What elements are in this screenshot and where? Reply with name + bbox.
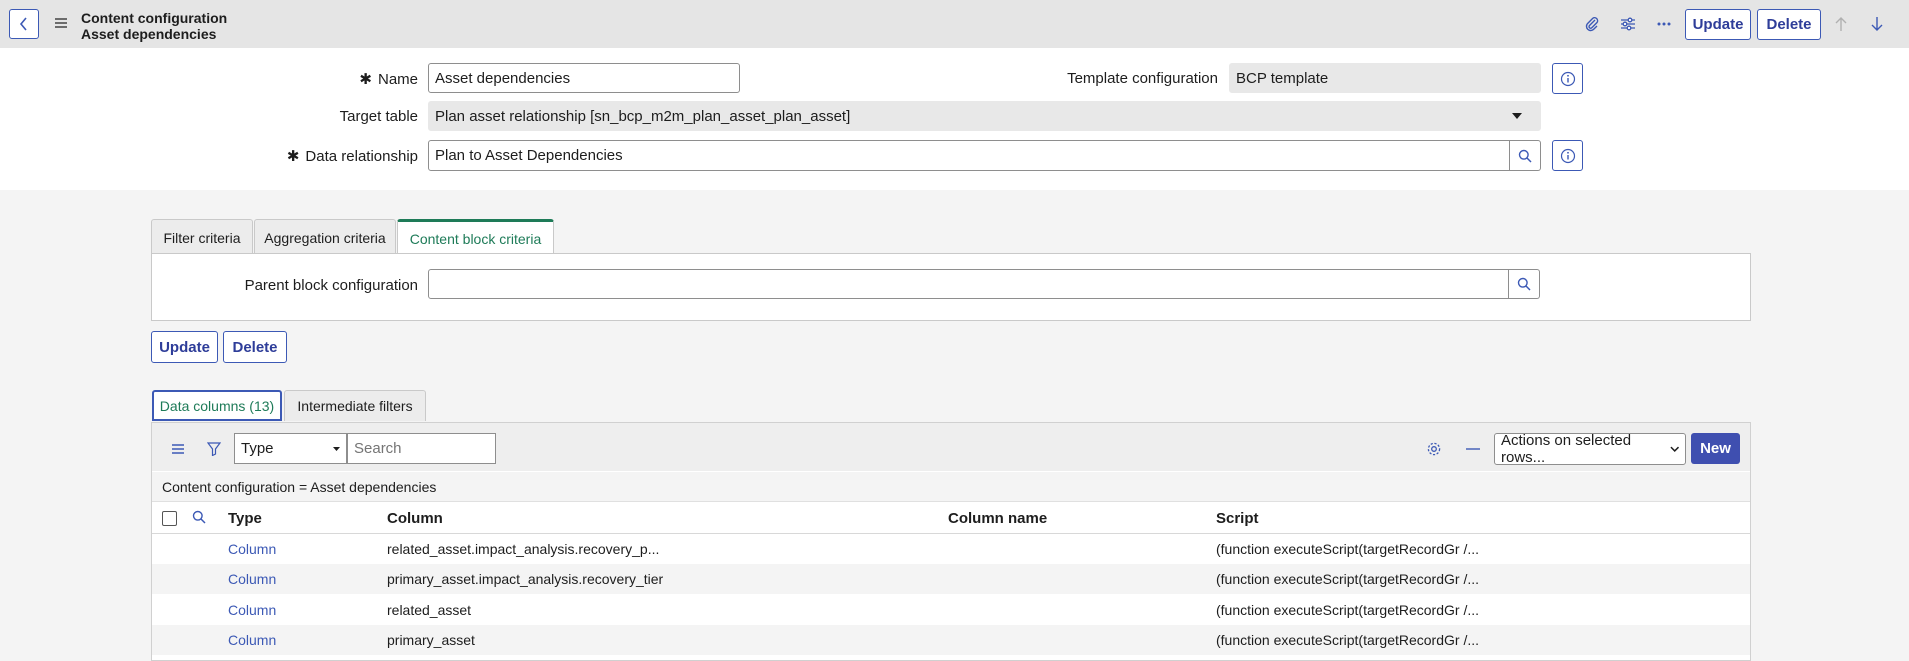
- list-settings-button[interactable]: [1424, 439, 1444, 459]
- hamburger-icon: [172, 444, 184, 454]
- info-icon: [1560, 71, 1575, 86]
- table-row[interactable]: Column primary_asset (function executeSc…: [152, 625, 1750, 655]
- template-configuration-field: BCP template: [1229, 63, 1541, 93]
- data-relationship-label: ✱ Data relationship: [286, 148, 418, 165]
- column-header-column[interactable]: Column: [387, 510, 443, 527]
- name-label: ✱ Name: [359, 71, 418, 88]
- parent-block-configuration-input[interactable]: [428, 269, 1509, 299]
- minus-icon: [1466, 448, 1480, 450]
- row-type-link[interactable]: Column: [228, 541, 276, 557]
- search-icon: [192, 510, 206, 524]
- parent-block-lookup-button[interactable]: [1509, 269, 1540, 299]
- data-relationship-lookup-button[interactable]: [1510, 140, 1541, 171]
- paperclip-icon: [1585, 17, 1599, 32]
- hamburger-icon: [55, 18, 67, 28]
- table-row[interactable]: Column primary_asset.impact_analysis.rec…: [152, 564, 1750, 594]
- caret-down-icon: [1512, 113, 1522, 119]
- caret-down-icon: [333, 446, 340, 451]
- template-configuration-label: Template configuration: [1067, 70, 1218, 87]
- search-icon: [1518, 149, 1532, 163]
- target-table-value: Plan asset relationship [sn_bcp_m2m_plan…: [435, 107, 851, 125]
- row-script: (function executeScript(targetRecordGr /…: [1216, 602, 1479, 618]
- data-relationship-info-button[interactable]: [1552, 140, 1583, 171]
- column-header-type[interactable]: Type: [228, 510, 262, 527]
- arrow-down-icon: [1871, 17, 1883, 31]
- personalize-button[interactable]: [1618, 14, 1638, 34]
- header-delete-button[interactable]: Delete: [1757, 9, 1821, 40]
- row-type-link[interactable]: Column: [228, 602, 276, 618]
- list-menu-button[interactable]: [168, 440, 188, 458]
- select-all-checkbox[interactable]: [162, 511, 177, 526]
- page-title-record: Asset dependencies: [81, 26, 217, 42]
- row-script: (function executeScript(targetRecordGr /…: [1216, 632, 1479, 648]
- more-options-button[interactable]: [1654, 14, 1674, 34]
- collapse-list-button[interactable]: [1463, 439, 1483, 459]
- tab-content-block-criteria[interactable]: Content block criteria: [397, 219, 554, 256]
- row-column: related_asset.impact_analysis.recovery_p…: [387, 541, 660, 557]
- chevron-down-icon: [1669, 446, 1679, 452]
- chevron-left-icon: [19, 17, 27, 31]
- tab-aggregation-criteria[interactable]: Aggregation criteria: [254, 219, 396, 255]
- funnel-icon: [207, 442, 221, 456]
- row-column: related_asset: [387, 602, 472, 618]
- column-header-column-name[interactable]: Column name: [948, 510, 1047, 527]
- target-table-select[interactable]: Plan asset relationship [sn_bcp_m2m_plan…: [428, 101, 1541, 131]
- row-column: primary_asset: [387, 632, 475, 648]
- parent-block-configuration-label: Parent block configuration: [244, 277, 418, 294]
- row-type-link[interactable]: Column: [228, 571, 276, 587]
- column-header-script[interactable]: Script: [1216, 510, 1259, 527]
- attachment-button[interactable]: [1582, 14, 1602, 34]
- search-field-select[interactable]: Type: [234, 433, 347, 464]
- ellipsis-icon: [1657, 22, 1671, 26]
- arrow-up-icon: [1835, 17, 1847, 31]
- next-record-button[interactable]: [1867, 14, 1887, 34]
- header-update-button[interactable]: Update: [1685, 9, 1751, 40]
- required-indicator: ✱: [286, 148, 300, 165]
- required-indicator: ✱: [359, 71, 372, 88]
- tab-intermediate-filters[interactable]: Intermediate filters: [284, 390, 426, 421]
- actions-select-value: Actions on selected rows...: [1501, 432, 1632, 466]
- new-button[interactable]: New: [1691, 433, 1740, 464]
- context-menu-button[interactable]: [52, 14, 70, 32]
- column-search-button[interactable]: [192, 510, 206, 528]
- sliders-icon: [1621, 17, 1635, 31]
- template-info-button[interactable]: [1552, 63, 1583, 94]
- tab-data-columns[interactable]: Data columns (13): [152, 390, 282, 421]
- form-update-button[interactable]: Update: [151, 331, 218, 363]
- page-title-table: Content configuration: [81, 10, 228, 26]
- row-type-link[interactable]: Column: [228, 632, 276, 648]
- row-script: (function executeScript(targetRecordGr /…: [1216, 541, 1479, 557]
- search-field-value: Type: [241, 440, 274, 457]
- actions-select[interactable]: Actions on selected rows...: [1494, 432, 1686, 466]
- row-script: (function executeScript(targetRecordGr /…: [1216, 571, 1479, 587]
- table-row[interactable]: Column related_asset (function executeSc…: [152, 595, 1750, 625]
- table-row[interactable]: Column related_asset.impact_analysis.rec…: [152, 534, 1750, 564]
- data-relationship-input[interactable]: Plan to Asset Dependencies: [428, 140, 1510, 171]
- previous-record-button[interactable]: [1831, 14, 1851, 34]
- target-table-label: Target table: [339, 108, 418, 125]
- gear-icon: [1427, 442, 1441, 456]
- form-delete-button[interactable]: Delete: [223, 331, 287, 363]
- filter-breadcrumb[interactable]: Content configuration = Asset dependenci…: [152, 472, 1750, 502]
- search-icon: [1517, 277, 1531, 291]
- info-icon: [1560, 148, 1575, 163]
- name-input[interactable]: Asset dependencies: [428, 63, 740, 93]
- filter-toggle-button[interactable]: [204, 440, 224, 458]
- tab-filter-criteria[interactable]: Filter criteria: [151, 219, 253, 255]
- back-button[interactable]: [9, 9, 39, 39]
- list-search-input[interactable]: [347, 433, 496, 464]
- row-column: primary_asset.impact_analysis.recovery_t…: [387, 571, 664, 587]
- table-header: Type Column Column name Script: [152, 502, 1750, 534]
